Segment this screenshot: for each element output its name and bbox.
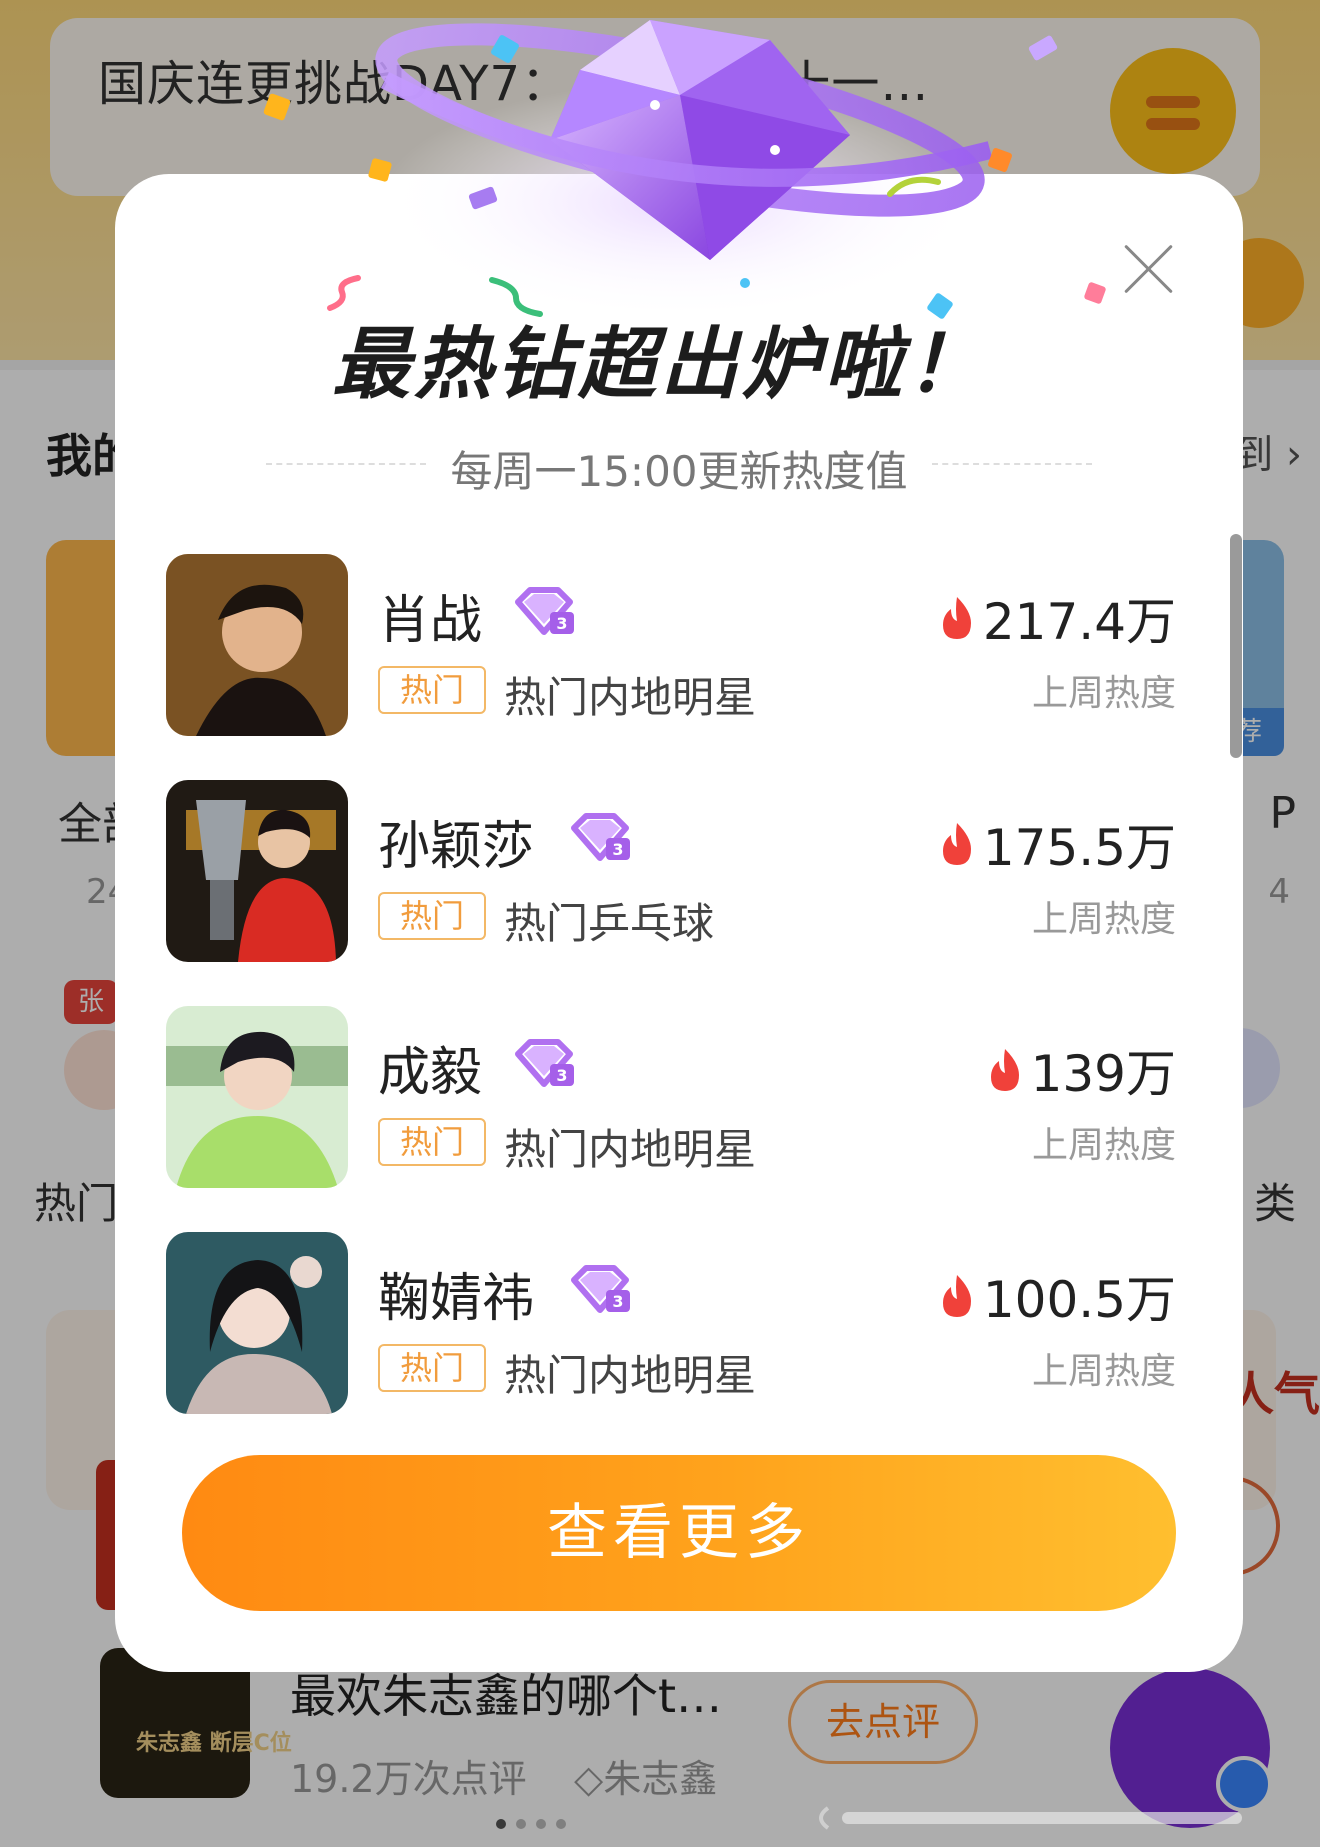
avatar[interactable] (166, 780, 348, 962)
celebrity-name: 成毅 (378, 1043, 483, 1103)
svg-text:3: 3 (612, 840, 623, 859)
ranking-row[interactable]: 鞠婧祎 3 热门 热门内地明星 100.5万 上周热度 (166, 1232, 1176, 1458)
flame-icon (942, 1275, 971, 1317)
heat-label: 上周热度 (1031, 899, 1176, 940)
celebrity-category: 热门内地明星 (504, 1351, 757, 1400)
heat-value-wrap: 100.5万 (937, 1260, 1176, 1332)
gem-icon (375, 20, 993, 310)
celebrity-category: 热门内地明星 (504, 673, 757, 722)
celebrity-category: 热门乒乓球 (504, 899, 715, 948)
celebrity-name: 肖战 (378, 591, 483, 651)
flame-icon (942, 823, 971, 865)
avatar[interactable] (166, 1232, 348, 1414)
ranking-list: 肖战 3 热门 热门内地明星 217.4万 上周热度 孙颖莎 3 热门 热门乒乓… (166, 554, 1176, 1458)
swipe-indicator (819, 1806, 1242, 1830)
scrollbar[interactable] (1230, 534, 1242, 758)
heat-value-wrap: 175.5万 (937, 808, 1176, 880)
heat-value: 139万 (1030, 1045, 1176, 1103)
avatar[interactable] (166, 1006, 348, 1188)
confetti (740, 278, 750, 288)
avatar[interactable] (166, 554, 348, 736)
svg-text:3: 3 (612, 1292, 623, 1311)
celebrity-category: 热门内地明星 (504, 1125, 757, 1174)
heat-label: 上周热度 (1031, 1125, 1176, 1166)
flame-icon (942, 597, 971, 639)
heat-label: 上周热度 (1031, 673, 1176, 714)
celebrity-name: 孙颖莎 (378, 817, 535, 877)
confetti (887, 176, 941, 197)
diamond-badge-icon: 3 (515, 587, 574, 635)
hot-tag: 热门 (378, 666, 486, 714)
hot-tag: 热门 (378, 1344, 486, 1392)
svg-text:3: 3 (556, 614, 567, 633)
heat-value-wrap: 139万 (985, 1034, 1176, 1106)
diamond-badge-icon: 3 (571, 813, 630, 861)
modal-title: 最热钻超出炉啦！ (331, 320, 988, 410)
ranking-row[interactable]: 成毅 3 热门 热门内地明星 139万 上周热度 (166, 1006, 1176, 1232)
hot-tag: 热门 (378, 1118, 486, 1166)
celebrity-name: 鞠婧祎 (378, 1269, 535, 1329)
view-more-button[interactable]: 查看更多 (182, 1455, 1176, 1611)
close-icon[interactable] (1122, 242, 1176, 296)
heat-label: 上周热度 (1031, 1351, 1176, 1392)
heat-value: 217.4万 (982, 593, 1176, 651)
hot-tag: 热门 (378, 892, 486, 940)
heat-value-wrap: 217.4万 (937, 582, 1176, 654)
diamond-badge-icon: 3 (515, 1039, 574, 1087)
flame-icon (990, 1049, 1019, 1091)
heat-value: 100.5万 (982, 1271, 1176, 1329)
ranking-row[interactable]: 肖战 3 热门 热门内地明星 217.4万 上周热度 (166, 554, 1176, 780)
modal-subtitle-wrap: 每周一15:00更新热度值 (266, 438, 1092, 496)
heat-value: 175.5万 (982, 819, 1176, 877)
svg-text:3: 3 (556, 1066, 567, 1085)
diamond-badge-icon: 3 (571, 1265, 630, 1313)
modal-subtitle: 每周一15:00更新热度值 (450, 447, 908, 496)
ranking-row[interactable]: 孙颖莎 3 热门 热门乒乓球 175.5万 上周热度 (166, 780, 1176, 1006)
